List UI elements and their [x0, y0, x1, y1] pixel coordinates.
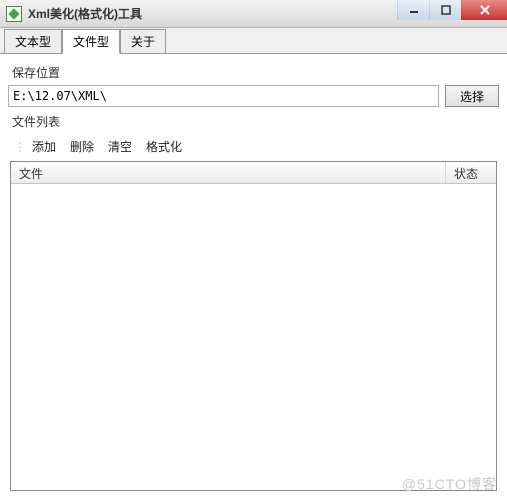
file-list-toolbar: ⋮ 添加 删除 清空 格式化 — [8, 134, 499, 161]
toolbar-grip-icon: ⋮ — [14, 140, 24, 154]
add-button[interactable]: 添加 — [32, 138, 56, 155]
save-location-row: 选择 — [8, 85, 499, 107]
save-location-label: 保存位置 — [12, 64, 495, 81]
file-list-body[interactable] — [11, 184, 496, 490]
minimize-button[interactable] — [397, 0, 429, 20]
format-button[interactable]: 格式化 — [146, 138, 182, 155]
watermark: @51CTO博客 — [402, 474, 497, 494]
file-mode-panel: 保存位置 选择 文件列表 ⋮ 添加 删除 清空 格式化 文件 状态 — [0, 54, 507, 491]
close-button[interactable] — [461, 0, 507, 20]
file-list-label: 文件列表 — [12, 113, 495, 130]
choose-folder-button[interactable]: 选择 — [445, 85, 499, 107]
clear-button[interactable]: 清空 — [108, 138, 132, 155]
window-title: Xml美化(格式化)工具 — [28, 5, 142, 22]
remove-button[interactable]: 删除 — [70, 138, 94, 155]
file-list-header: 文件 状态 — [11, 162, 496, 184]
tab-strip: 文本型 文件型 关于 — [0, 28, 507, 54]
column-status[interactable]: 状态 — [446, 162, 496, 183]
app-icon — [6, 6, 22, 22]
tab-about[interactable]: 关于 — [120, 29, 166, 54]
title-bar: Xml美化(格式化)工具 — [0, 0, 507, 28]
file-list: 文件 状态 — [10, 161, 497, 491]
tab-file-mode[interactable]: 文件型 — [62, 29, 120, 54]
column-file[interactable]: 文件 — [11, 162, 446, 183]
save-path-input[interactable] — [8, 85, 439, 107]
maximize-button[interactable] — [429, 0, 461, 20]
window-controls — [397, 0, 507, 20]
tab-text-mode[interactable]: 文本型 — [4, 29, 62, 54]
